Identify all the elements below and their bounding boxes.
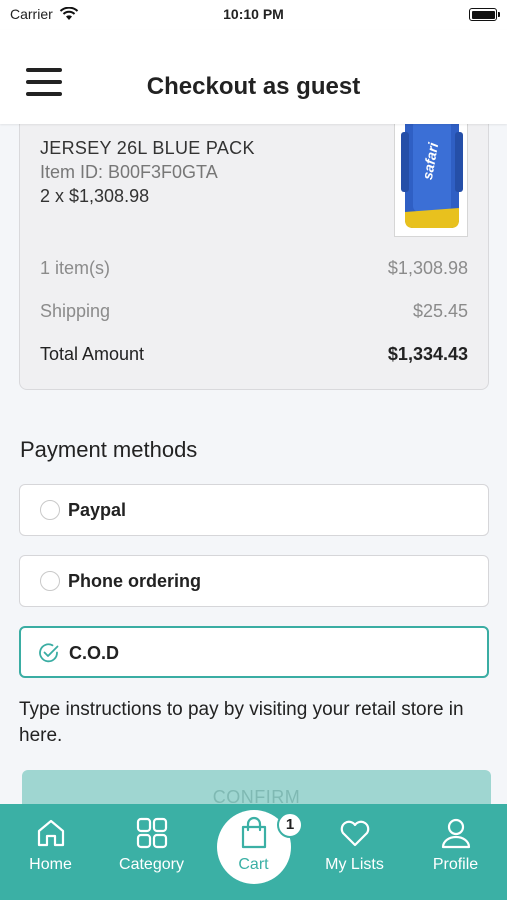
payment-option-cod[interactable]: C.O.D	[19, 626, 489, 678]
total-value: $1,334.43	[387, 344, 468, 364]
grid-icon	[136, 817, 167, 849]
total-label: Total Amount	[40, 344, 145, 364]
summary-shipping-row: Shipping $25.45	[40, 301, 468, 322]
shipping-value: $25.45	[412, 301, 468, 321]
heart-icon	[340, 820, 369, 847]
tab-label: Profile	[432, 856, 479, 873]
status-bar: Carrier 10:10 PM	[0, 0, 507, 30]
radio-icon[interactable]	[40, 500, 60, 520]
radio-icon[interactable]	[40, 571, 60, 591]
status-time: 10:10 PM	[223, 6, 284, 22]
payment-option-phone-ordering[interactable]: Phone ordering	[19, 555, 489, 607]
battery-icon	[469, 8, 500, 21]
items-label: 1 item(s)	[40, 258, 111, 278]
product-item-id: Item ID: B00F3F0GTA	[40, 162, 218, 182]
payment-option-label: Paypal	[68, 500, 127, 520]
app-header: Checkout as guest	[0, 30, 507, 124]
tab-label: Home	[29, 856, 72, 873]
payment-option-label: Phone ordering	[68, 571, 202, 591]
payment-option-paypal[interactable]: Paypal	[19, 484, 489, 536]
summary-items-row: 1 item(s) $1,308.98	[40, 258, 468, 279]
shopping-bag-icon	[241, 816, 266, 849]
tab-label: Category	[119, 856, 184, 873]
items-value: $1,308.98	[387, 258, 468, 278]
product-image[interactable]: safari	[394, 111, 468, 237]
tab-label: Cart	[238, 856, 269, 873]
tab-category[interactable]: Category	[101, 804, 202, 900]
page-title: Checkout as guest	[146, 73, 361, 100]
order-summary-card: JERSEY 26L BLUE PACK Item ID: B00F3F0GTA…	[19, 110, 489, 390]
cart-count-badge: 1	[277, 812, 303, 838]
payment-option-label: C.O.D	[69, 643, 120, 663]
tab-label: My Lists	[325, 856, 384, 873]
bottom-tab-bar: Home Category Cart 1 My Lists Profile	[0, 804, 507, 900]
product-quantity-price: 2 x $1,308.98	[40, 186, 150, 206]
tab-my-lists[interactable]: My Lists	[304, 804, 405, 900]
backpack-image: safari	[401, 112, 463, 228]
payment-instructions: Type instructions to pay by visiting you…	[19, 699, 464, 746]
summary-total-row: Total Amount $1,334.43	[40, 344, 468, 365]
check-circle-icon[interactable]	[37, 641, 61, 665]
home-icon	[37, 819, 64, 847]
user-icon	[441, 818, 470, 849]
tab-profile[interactable]: Profile	[405, 804, 506, 900]
shipping-label: Shipping	[40, 301, 111, 321]
payment-methods-title: Payment methods	[20, 437, 198, 462]
tab-home[interactable]: Home	[0, 804, 101, 900]
product-name: JERSEY 26L BLUE PACK	[40, 138, 255, 158]
